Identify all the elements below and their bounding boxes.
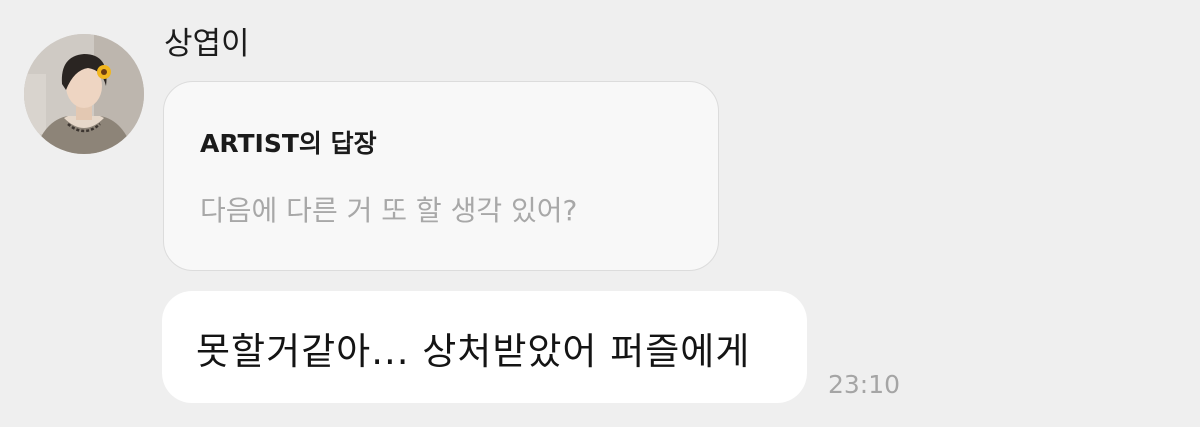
avatar-photo [24,34,144,154]
message-timestamp: 23:10 [828,370,901,399]
message-bubble[interactable]: 못할거같아... 상처받았어 퍼즐에게 [162,291,807,403]
message-text: 못할거같아... 상처받았어 퍼즐에게 [196,330,751,373]
reply-title: ARTIST의 답장 [200,129,377,158]
avatar[interactable] [24,34,144,154]
reply-bubble[interactable]: ARTIST의 답장 다음에 다른 거 또 할 생각 있어? [163,81,719,271]
reply-quoted-text: 다음에 다른 거 또 할 생각 있어? [200,194,578,227]
sender-name: 상엽이 [164,26,250,62]
